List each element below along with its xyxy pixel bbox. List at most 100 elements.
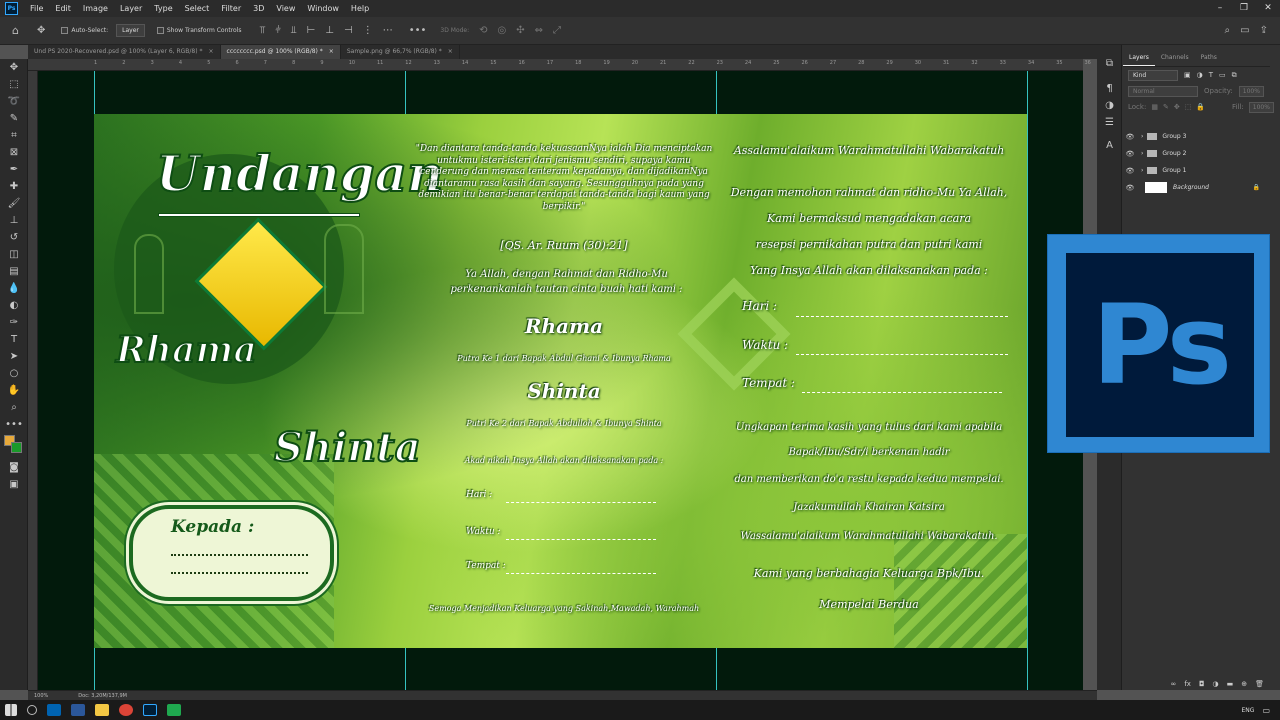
lock-position-icon[interactable]: ✥ (1174, 103, 1180, 111)
fill-input[interactable]: 100% (1248, 101, 1274, 113)
menu-window[interactable]: Window (301, 0, 345, 17)
layer-row[interactable]: 👁 › Group 3 (1123, 128, 1268, 145)
input-language[interactable]: ENG (1242, 707, 1255, 714)
tab-document-2[interactable]: cccccccc.psd @ 100% (RGB/8) * × (220, 45, 341, 59)
word-icon[interactable] (71, 704, 85, 716)
menu-3d[interactable]: 3D (247, 0, 270, 17)
layer-filter-dropdown[interactable]: Kind (1128, 69, 1178, 81)
visibility-eye-icon[interactable]: 👁 (1123, 133, 1137, 141)
distribute-h-icon[interactable]: ⋯ (383, 25, 393, 36)
auto-select-target-dropdown[interactable]: Layer (116, 24, 145, 37)
auto-select-checkbox[interactable] (61, 27, 69, 34)
filter-smart-icon[interactable]: ⧉ (1232, 71, 1237, 80)
fx-icon[interactable]: fx (1184, 680, 1191, 690)
close-icon[interactable]: ✕ (1256, 0, 1280, 17)
close-tab-icon[interactable]: × (329, 45, 334, 59)
notifications-icon[interactable]: ▭ (1262, 706, 1270, 715)
3d-rotate-icon[interactable]: ⟲ (479, 25, 487, 36)
align-left-icon[interactable]: ⊢ (307, 25, 316, 36)
history-brush-tool-icon[interactable]: ↺ (0, 229, 28, 246)
visibility-eye-icon[interactable]: 👁 (1123, 167, 1137, 175)
add-mask-icon[interactable]: ◘ (1199, 680, 1205, 690)
3d-drag-icon[interactable]: ✣ (516, 25, 524, 36)
tab-document-1[interactable]: Und PS 2020-Recovered.psd @ 100% (Layer … (28, 45, 221, 59)
blur-tool-icon[interactable]: 💧 (0, 280, 28, 297)
stamp-tool-icon[interactable]: ⊥ (0, 212, 28, 229)
lock-all-icon[interactable]: 🔒 (1196, 103, 1205, 111)
eyedropper-tool-icon[interactable]: ✒ (0, 161, 28, 178)
eraser-tool-icon[interactable]: ◫ (0, 246, 28, 263)
3d-roll-icon[interactable]: ◎ (498, 25, 507, 36)
zoom-tool-icon[interactable]: ⌕ (0, 399, 28, 416)
lasso-tool-icon[interactable]: ➰ (0, 93, 28, 110)
healing-tool-icon[interactable]: ✚ (0, 178, 28, 195)
align-right-icon[interactable]: ⊣ (344, 25, 353, 36)
windows-start-icon[interactable] (5, 704, 17, 716)
align-center-icon[interactable]: ⊥ (325, 25, 334, 36)
camtasia-icon[interactable] (167, 704, 181, 716)
filter-type-icon[interactable]: T (1209, 71, 1213, 79)
move-tool-icon[interactable]: ✥ (37, 25, 45, 36)
filter-pixel-icon[interactable]: ▣ (1184, 71, 1191, 79)
history-panel-icon[interactable]: ⧉ (1097, 55, 1122, 72)
menu-layer[interactable]: Layer (114, 0, 148, 17)
file-explorer-icon[interactable] (95, 704, 109, 716)
align-middle-icon[interactable]: ⫩ (275, 25, 281, 36)
layer-row-background[interactable]: 👁 Background 🔒 (1123, 179, 1268, 196)
tab-paths[interactable]: Paths (1195, 50, 1223, 66)
3d-scale-icon[interactable]: ⤢ (553, 25, 561, 36)
expand-chevron-icon[interactable]: › (1141, 150, 1143, 157)
new-layer-icon[interactable]: ⊕ (1241, 680, 1247, 690)
filter-shape-icon[interactable]: ▭ (1219, 71, 1226, 79)
menu-view[interactable]: View (270, 0, 301, 17)
close-tab-icon[interactable]: × (448, 45, 453, 59)
paragraph-panel-icon[interactable]: ¶ (1097, 80, 1122, 97)
show-transform-checkbox[interactable] (156, 27, 164, 34)
align-top-icon[interactable]: ⫪ (260, 25, 266, 36)
search-icon[interactable]: ⌕ (1225, 25, 1231, 36)
expand-chevron-icon[interactable]: › (1141, 133, 1143, 140)
more-options-icon[interactable]: ••• (409, 25, 427, 36)
link-layers-icon[interactable]: ∞ (1171, 680, 1177, 690)
background-color-swatch[interactable] (11, 442, 22, 453)
hand-tool-icon[interactable]: ✋ (0, 382, 28, 399)
shape-tool-icon[interactable]: ○ (0, 365, 28, 382)
restore-icon[interactable]: ❐ (1232, 0, 1256, 17)
brush-tool-icon[interactable]: 🖌 (0, 195, 28, 212)
dodge-tool-icon[interactable]: ◐ (0, 297, 28, 314)
layer-row[interactable]: 👁 › Group 1 (1123, 162, 1268, 179)
minimize-icon[interactable]: – (1208, 0, 1232, 17)
adjustments-panel-icon[interactable]: ◑ (1097, 97, 1122, 114)
tab-document-3[interactable]: Sample.png @ 66,7% (RGB/8) * × (341, 45, 460, 59)
filter-adjustment-icon[interactable]: ◑ (1197, 71, 1203, 79)
visibility-eye-icon[interactable]: 👁 (1123, 184, 1137, 192)
blend-mode-dropdown[interactable]: Normal (1128, 85, 1198, 97)
type-tool-icon[interactable]: T (0, 331, 28, 348)
lock-paint-icon[interactable]: ✎ (1163, 103, 1169, 111)
3d-slide-icon[interactable]: ⇔ (535, 25, 543, 36)
move-tool-icon[interactable]: ✥ (0, 59, 28, 76)
gradient-tool-icon[interactable]: ▤ (0, 263, 28, 280)
menu-image[interactable]: Image (77, 0, 114, 17)
more-tools-icon[interactable]: ••• (0, 416, 28, 433)
layer-row[interactable]: 👁 › Group 2 (1123, 145, 1268, 162)
edge-browser-icon[interactable] (47, 704, 61, 716)
tab-layers[interactable]: Layers (1123, 50, 1155, 66)
photoshop-taskbar-icon[interactable] (143, 704, 157, 716)
tab-channels[interactable]: Channels (1155, 50, 1195, 66)
home-icon[interactable]: ⌂ (12, 24, 19, 37)
menu-select[interactable]: Select (179, 0, 216, 17)
visibility-eye-icon[interactable]: 👁 (1123, 150, 1137, 158)
pen-tool-icon[interactable]: ✑ (0, 314, 28, 331)
path-select-tool-icon[interactable]: ➤ (0, 348, 28, 365)
align-bottom-icon[interactable]: ⫫ (291, 25, 297, 36)
menu-file[interactable]: File (24, 0, 49, 17)
workspace-icon[interactable]: ▭ (1240, 25, 1249, 36)
canvas-area[interactable]: Undangan Rhama Shinta Kepada : "Dan dian… (38, 71, 1083, 690)
expand-chevron-icon[interactable]: › (1141, 167, 1143, 174)
crop-tool-icon[interactable]: ⌗ (0, 127, 28, 144)
zoom-level[interactable]: 100% (34, 693, 48, 699)
marquee-tool-icon[interactable]: ⬚ (0, 76, 28, 93)
menu-edit[interactable]: Edit (49, 0, 77, 17)
opacity-input[interactable]: 100% (1238, 85, 1264, 97)
